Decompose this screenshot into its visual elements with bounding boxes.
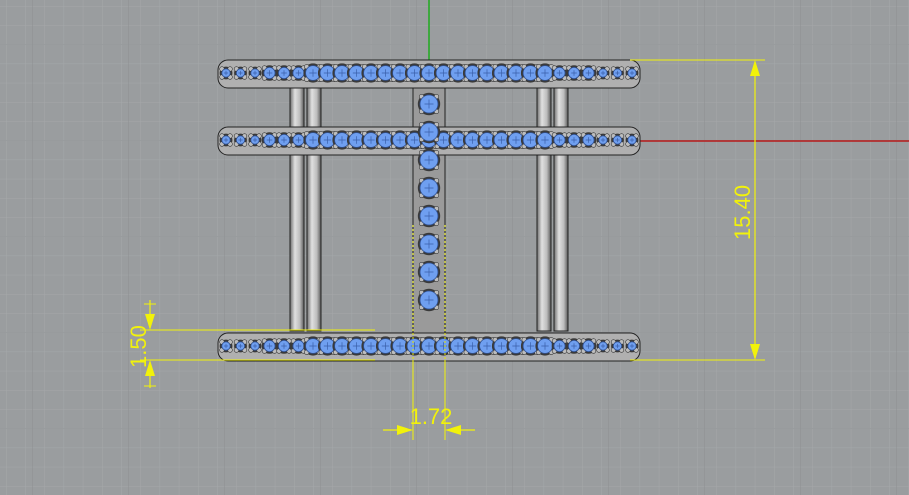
gem-stone bbox=[596, 133, 610, 147]
dimension-value: 1.50 bbox=[126, 325, 151, 368]
gem-stone bbox=[219, 133, 233, 147]
stone-band-bottom[interactable] bbox=[217, 332, 641, 362]
gem-stone bbox=[417, 288, 441, 312]
gem-stone bbox=[610, 66, 625, 80]
gem-stone bbox=[625, 339, 639, 353]
gem-stone bbox=[417, 92, 441, 116]
rhino-front-viewport[interactable]: 15.40 1.50 1.72 bbox=[0, 0, 909, 495]
gem-stone bbox=[248, 339, 262, 353]
dimension-value: 1.72 bbox=[410, 404, 453, 429]
post bbox=[289, 87, 305, 332]
post bbox=[306, 87, 322, 332]
gem-stone bbox=[261, 132, 278, 148]
gem-stone bbox=[248, 133, 262, 147]
gem-stone bbox=[610, 133, 625, 147]
dimension-value: 15.40 bbox=[730, 185, 755, 240]
gem-stone bbox=[625, 133, 639, 147]
gem-stone bbox=[233, 133, 248, 147]
gem-stone bbox=[580, 338, 597, 354]
stone-band-top[interactable] bbox=[217, 59, 641, 89]
gem-stone bbox=[596, 339, 610, 353]
post bbox=[536, 87, 552, 332]
gem-stone bbox=[551, 65, 568, 81]
gem-stone bbox=[233, 66, 248, 80]
gem-stone bbox=[276, 338, 292, 354]
gem-stone bbox=[417, 176, 441, 200]
gem-stone bbox=[417, 204, 441, 228]
gem-stone bbox=[625, 66, 639, 80]
gem-stone bbox=[566, 338, 582, 354]
gem-stone bbox=[566, 65, 582, 81]
gem-stone bbox=[417, 120, 441, 144]
gem-stone bbox=[596, 66, 610, 80]
gem-stone bbox=[551, 132, 568, 148]
gem-stone bbox=[580, 65, 597, 81]
gem-stone bbox=[261, 338, 278, 354]
gem-stone bbox=[610, 339, 625, 353]
gem-stone bbox=[417, 260, 441, 284]
gem-stone bbox=[233, 339, 248, 353]
gem-stone bbox=[219, 66, 233, 80]
gem-stone bbox=[248, 66, 262, 80]
gem-stone bbox=[276, 65, 292, 81]
gem-stone bbox=[219, 339, 233, 353]
post bbox=[553, 87, 569, 332]
gem-stone bbox=[566, 132, 582, 148]
gem-stone bbox=[580, 132, 597, 148]
gem-stone bbox=[551, 338, 568, 354]
gem-stone bbox=[261, 65, 278, 81]
gem-stone bbox=[417, 232, 441, 256]
gem-stone bbox=[417, 148, 441, 172]
gem-stone bbox=[276, 132, 292, 148]
